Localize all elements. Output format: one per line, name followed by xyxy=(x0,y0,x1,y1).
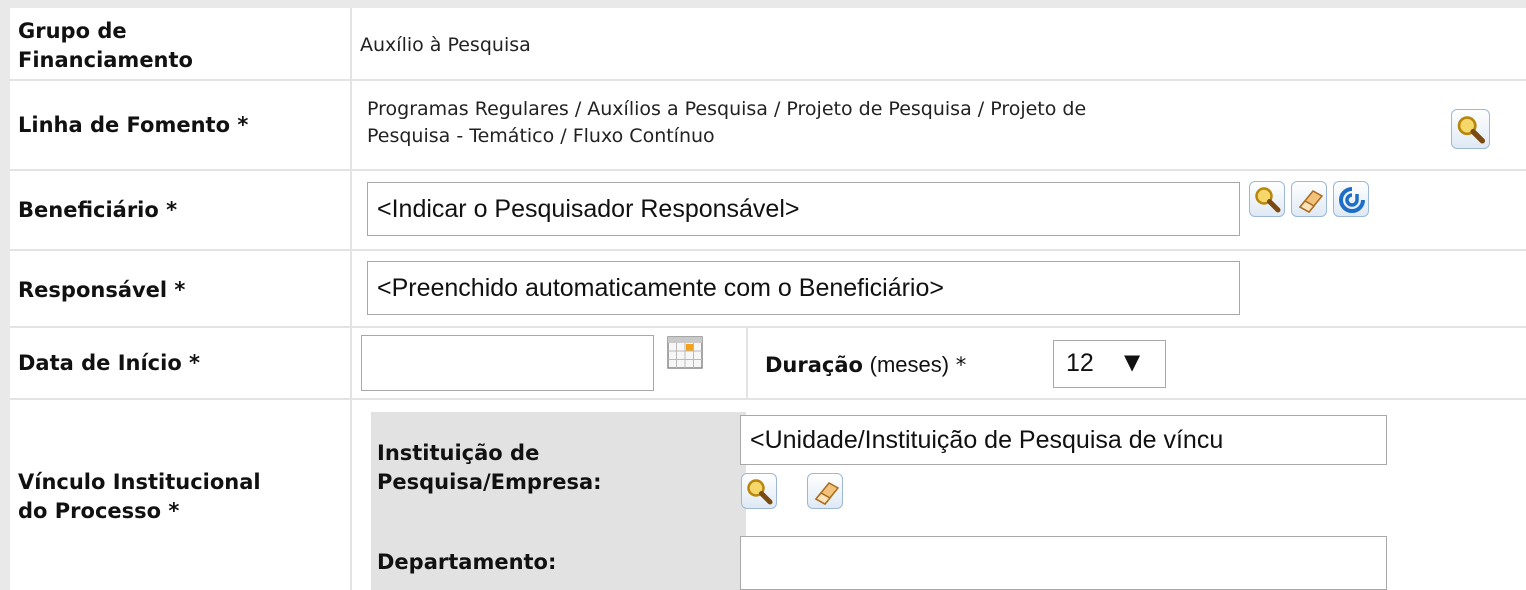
beneficiario-lattes-button[interactable] xyxy=(1333,181,1369,217)
data-inicio-label: Data de Início * xyxy=(18,351,201,375)
grupo-label-line2: Financiamento xyxy=(18,48,193,72)
linha-label: Linha de Fomento * xyxy=(18,113,249,137)
beneficiario-search-button[interactable] xyxy=(1249,181,1285,217)
beneficiario-label-cell: Beneficiário * xyxy=(10,171,352,249)
beneficiario-field[interactable]: <Indicar o Pesquisador Responsável> xyxy=(367,182,1240,236)
search-icon xyxy=(1255,187,1281,213)
linha-value-line2: Pesquisa - Temático / Fluxo Contínuo xyxy=(367,125,715,147)
calendar-icon xyxy=(667,336,703,369)
duracao-label: Duração (meses) * xyxy=(765,352,966,378)
instituicao-search-button[interactable] xyxy=(741,473,777,509)
data-inicio-label-cell: Data de Início * xyxy=(10,328,352,398)
duracao-select[interactable]: 12 ▼ xyxy=(1053,340,1166,388)
row-linha-fomento: Linha de Fomento * Programas Regulares /… xyxy=(10,81,1526,171)
row-data-inicio: Data de Início * Duração (meses) * 12 ▼ xyxy=(10,328,1526,400)
process-form: Grupo de Financiamento Auxílio à Pesquis… xyxy=(10,8,1526,590)
responsavel-label-cell: Responsável * xyxy=(10,251,352,326)
lattes-icon xyxy=(1339,187,1365,213)
duracao-selected-value: 12 xyxy=(1066,349,1094,377)
grupo-value: Auxílio à Pesquisa xyxy=(360,34,531,56)
instituicao-label-cell: Instituição de Pesquisa/Empresa: xyxy=(371,412,746,534)
duracao-cell-divider xyxy=(746,328,748,398)
eraser-icon xyxy=(1298,190,1324,213)
row-responsavel: Responsável * <Preenchido automaticament… xyxy=(10,251,1526,328)
departamento-field[interactable] xyxy=(740,536,1387,590)
instituicao-field[interactable]: <Unidade/Instituição de Pesquisa de vínc… xyxy=(740,415,1387,465)
calendar-button[interactable] xyxy=(667,336,703,369)
responsavel-field[interactable]: <Preenchido automaticamente com o Benefi… xyxy=(367,261,1240,315)
chevron-down-icon: ▼ xyxy=(1124,350,1141,374)
duracao-label-bold: Duração xyxy=(765,353,863,377)
search-icon xyxy=(1457,116,1486,144)
beneficiario-clear-button[interactable] xyxy=(1291,181,1327,217)
duracao-label-unit: (meses) xyxy=(869,352,950,377)
row-beneficiario: Beneficiário * <Indicar o Pesquisador Re… xyxy=(10,171,1526,251)
vinculo-label-line2: do Processo * xyxy=(18,499,180,523)
row-vinculo-institucional: Vínculo Institucional do Processo * Inst… xyxy=(10,400,1526,590)
grupo-label-line1: Grupo de xyxy=(18,19,127,43)
departamento-label: Departamento: xyxy=(377,550,557,574)
departamento-label-cell: Departamento: xyxy=(371,534,746,590)
beneficiario-label: Beneficiário * xyxy=(18,198,178,222)
duracao-required-mark: * xyxy=(955,353,967,377)
data-inicio-field[interactable] xyxy=(361,335,654,391)
linha-value-line1: Programas Regulares / Auxílios a Pesquis… xyxy=(367,98,1087,120)
instituicao-clear-button[interactable] xyxy=(807,473,843,509)
eraser-icon xyxy=(814,482,840,505)
linha-label-cell: Linha de Fomento * xyxy=(10,81,352,169)
instituicao-label-line1: Instituição de xyxy=(377,441,540,465)
grupo-label-cell: Grupo de Financiamento xyxy=(10,8,352,79)
linha-search-button[interactable] xyxy=(1451,109,1490,149)
row-grupo-financiamento: Grupo de Financiamento Auxílio à Pesquis… xyxy=(10,8,1526,81)
responsavel-label: Responsável * xyxy=(18,278,186,302)
vinculo-label-line1: Vínculo Institucional xyxy=(18,470,261,494)
instituicao-label-line2: Pesquisa/Empresa: xyxy=(377,470,602,494)
search-icon xyxy=(747,479,773,505)
vinculo-label-cell: Vínculo Institucional do Processo * xyxy=(10,400,352,590)
